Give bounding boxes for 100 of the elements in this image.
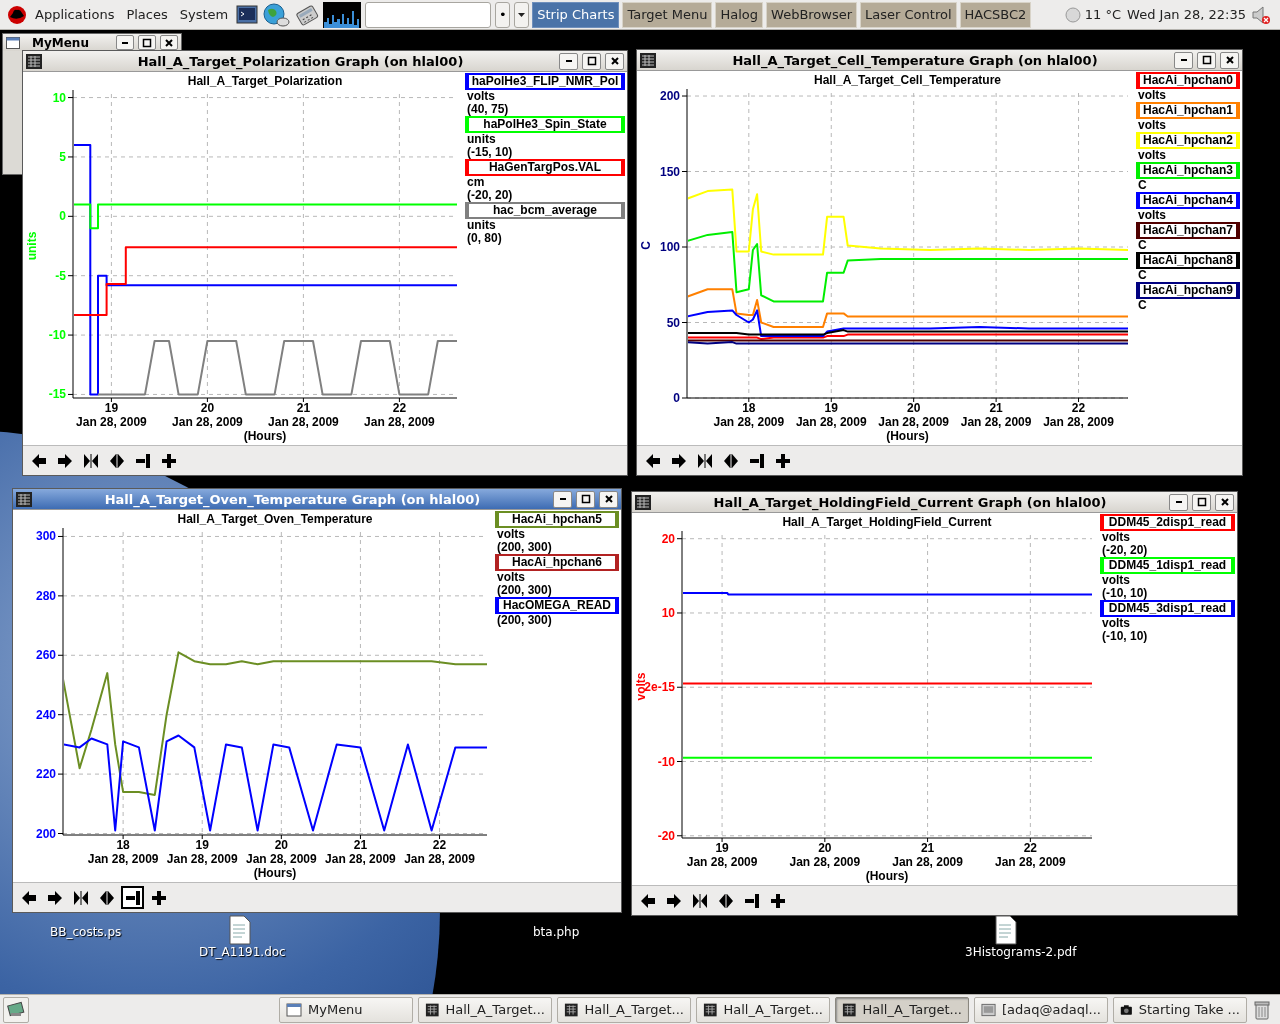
history-button[interactable]: • [495,1,511,28]
launcher-button[interactable]: Strip Charts [532,1,620,28]
unit-label: C [1137,269,1148,282]
range-label: (-10, 10) [1101,630,1149,643]
y-tick-label: 10 [661,606,675,620]
show-desktop-button[interactable] [3,996,29,1023]
legend-entry[interactable]: haPolHe3_Spin_State [465,116,625,133]
legend-entry[interactable]: HacAi_hpchan4 [1136,192,1240,209]
x-tick-label: 22 [1071,401,1086,415]
maximize-button[interactable] [1197,51,1216,69]
y-axis-title: C [639,241,653,250]
fit-button[interactable] [121,886,144,909]
legend-entry[interactable]: HacAi_hpchan7 [1136,222,1240,239]
arrows-inward-icon [691,892,708,909]
x-tick-label: 18 [116,838,130,852]
range-label: (200, 300) [496,541,553,554]
weather-text[interactable]: 11 °C [1082,7,1124,22]
minimize-button[interactable] [1174,51,1193,69]
task-button[interactable]: Hall_A_Target... [835,996,969,1023]
unit-label: C [1137,239,1148,252]
menu-item[interactable]: Places [121,5,173,24]
legend-entry[interactable]: HacAi_hpchan3 [1136,162,1240,179]
unit-label: volts [1101,574,1131,587]
arrows-outward-icon [717,892,734,909]
arrows-inward-icon [72,889,89,906]
legend-entry[interactable]: HacAi_hpchan2 [1136,132,1240,149]
x-tick-date: Jan 28, 2009 [325,852,396,866]
file-label[interactable]: bta.php [533,925,580,939]
menu-item[interactable]: Applications [30,5,120,24]
legend-entry[interactable]: HacAi_hpchan6 [495,554,619,571]
plus-icon [150,889,167,906]
close-button[interactable] [160,35,178,50]
task-button[interactable]: Starting Take ... [1113,996,1247,1023]
minimize-button[interactable] [116,35,134,50]
launcher-button[interactable]: Target Menu [622,1,713,28]
launcher-button[interactable]: Halog [715,1,764,28]
unit-label: volts [1137,149,1167,162]
command-field[interactable] [365,1,492,28]
legend-entry[interactable]: HaGenTargPos.VAL [465,159,625,176]
window-title: Hall_A_Target_Oven_Temperature Graph (on hlal00) [103,491,482,507]
x-axis-title: (Hours) [253,866,297,880]
task-button[interactable]: MyMenu [279,996,413,1023]
unit-label: units [466,219,497,232]
arrows-outward-icon [108,452,125,469]
task-button[interactable]: Hall_A_Target... [557,996,691,1023]
x-tick-date: Jan 28, 2009 [166,852,238,866]
file-label[interactable]: BB_costs.ps [50,925,122,939]
legend-entry[interactable]: DDM45_2disp1_read [1100,514,1235,531]
minimize-button[interactable] [1169,493,1188,511]
legend-entry[interactable]: hac_bcm_average [465,202,625,219]
legend-entry[interactable]: HacAi_hpchan1 [1136,102,1240,119]
dropdown-button[interactable] [514,1,530,28]
minimize-button[interactable] [559,52,578,70]
legend-entry[interactable]: DDM45_3disp1_read [1100,600,1235,617]
close-button[interactable] [605,52,624,70]
close-button[interactable] [1220,51,1239,69]
unit-label: volts [496,571,526,584]
legend-entry[interactable]: HacAi_hpchan9 [1136,282,1240,299]
maximize-button[interactable] [576,490,595,508]
file-label[interactable]: 3Histograms-2.pdf [965,945,1077,959]
maximize-button[interactable] [1192,493,1211,511]
launcher-button[interactable]: Laser Control [860,1,957,28]
y-tick-label: 2e-15 [644,680,675,695]
window-icon [6,36,20,49]
arrows-inward-icon [696,452,713,469]
arrows-outward-icon [98,889,115,906]
maximize-button[interactable] [138,35,156,50]
y-tick-label: 10 [52,90,66,105]
legend-entry[interactable]: HacOMEGA_READ [495,597,619,614]
menu-item[interactable]: System [174,5,234,24]
task-button[interactable]: Hall_A_Target... [696,996,830,1023]
x-tick-date: Jan 28, 2009 [892,855,963,869]
task-button[interactable]: Hall_A_Target... [418,996,552,1023]
x-tick-date: Jan 28, 2009 [878,415,950,429]
arrows-inward-icon [82,452,99,469]
minimize-button[interactable] [553,490,572,508]
window-title: Hall_A_Target_HoldingField_Current Graph (on hlal00) [712,494,1108,510]
y-axis-title: units [25,231,39,261]
legend-entry[interactable]: DDM45_1disp1_read [1100,557,1235,574]
minimize-icon [559,498,566,500]
bar-to-line-icon [124,889,141,906]
desktop-icon [7,1000,25,1019]
y-tick-label: 200 [35,826,56,841]
clock-text[interactable]: Wed Jan 28, 22:35 [1125,7,1248,22]
close-icon [603,494,614,504]
launcher-button[interactable]: WebBrowser [766,1,858,28]
range-label: (-10, 10) [1101,587,1149,600]
maximize-button[interactable] [582,52,601,70]
plus-icon [769,892,786,909]
legend-entry[interactable]: HacAi_hpchan8 [1136,252,1240,269]
file-label[interactable]: DT_A1191.doc [199,945,286,959]
close-button[interactable] [599,490,618,508]
launcher-button[interactable]: HACSBC2 [959,1,1032,28]
task-button[interactable]: [adaq@adaql... [974,996,1108,1023]
minimize-icon [565,60,572,62]
legend-entry[interactable]: HacAi_hpchan0 [1136,72,1240,89]
legend-entry[interactable]: HacAi_hpchan5 [495,511,619,528]
legend-entry[interactable]: haPolHe3_FLIP_NMR_Pol [465,73,625,90]
close-button[interactable] [1215,493,1234,511]
close-icon [164,37,174,48]
